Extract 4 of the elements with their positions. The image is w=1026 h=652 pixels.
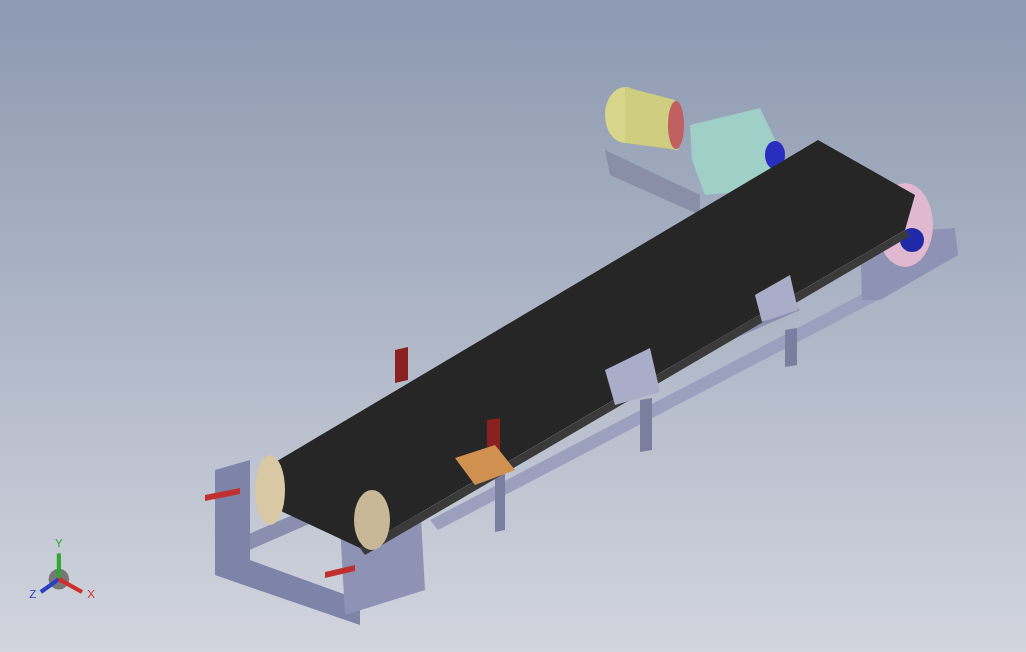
model-viewport[interactable]: Y Z X — [0, 0, 1026, 652]
axis-label: X — [87, 588, 95, 601]
axis-label: Y — [55, 538, 63, 549]
axis-label: Z — [29, 588, 37, 601]
